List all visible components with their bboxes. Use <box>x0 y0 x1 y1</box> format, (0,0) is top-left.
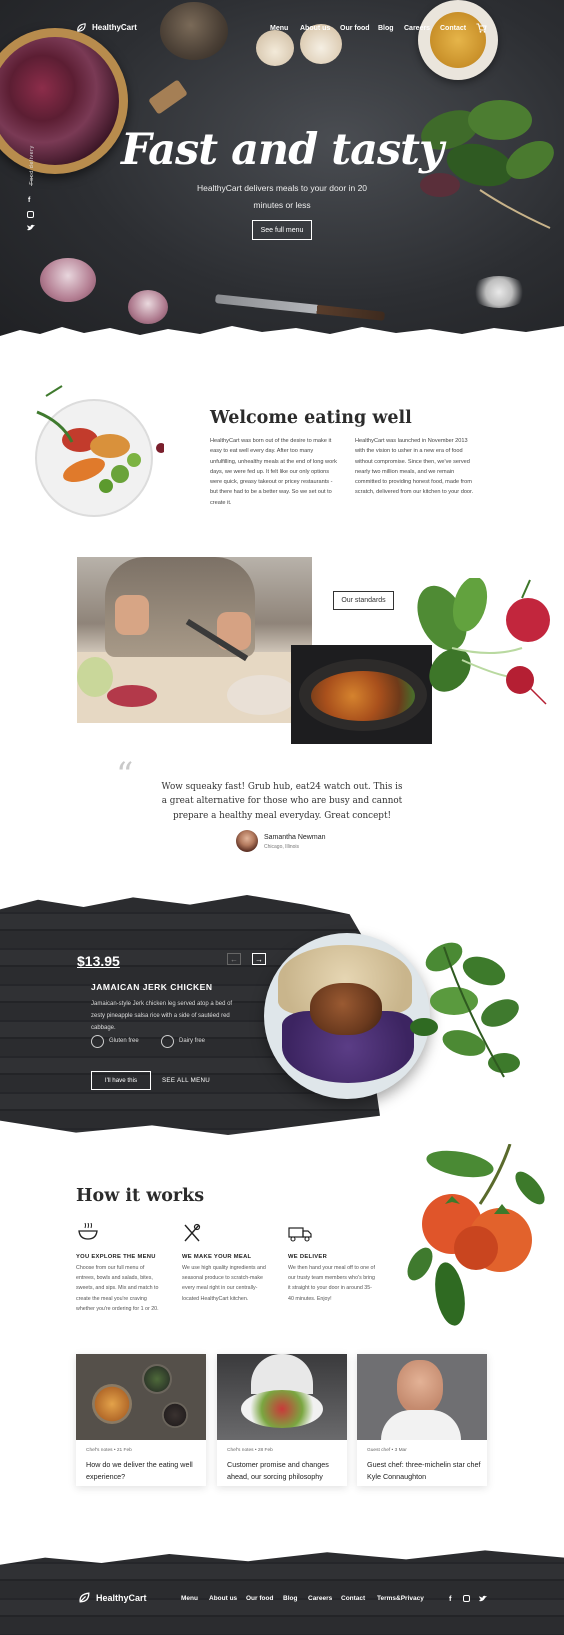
footer-item-about[interactable]: About us <box>209 1595 237 1602</box>
tag-gluten-free: Gluten free <box>109 1038 139 1044</box>
footer-item-contact[interactable]: Contact <box>341 1595 365 1602</box>
nav-item-food[interactable]: Our food <box>340 25 370 32</box>
footer-item-terms[interactable]: Terms&Privacy <box>377 1595 424 1602</box>
step-1-title: YOU EXPLORE THE MENU <box>76 1254 156 1260</box>
blog-card-image <box>217 1354 347 1440</box>
gluten-free-icon <box>91 1035 104 1048</box>
radish-image <box>412 578 558 708</box>
prev-arrow-button[interactable]: ← <box>227 953 241 965</box>
brand-logo[interactable]: HealthyCart <box>76 22 137 33</box>
testimonial-location: Chicago, Illinois <box>264 844 300 850</box>
ill-have-this-button[interactable]: I'll have this <box>91 1071 151 1090</box>
side-divider <box>31 176 32 186</box>
how-it-works-title: How it works <box>76 1186 205 1206</box>
welcome-title: Welcome eating well <box>210 408 412 428</box>
facebook-icon[interactable]: f <box>28 197 30 204</box>
footer-item-careers[interactable]: Careers <box>308 1595 332 1602</box>
nav-item-careers[interactable]: Careers <box>404 25 430 32</box>
brand-name: HealthyCart <box>92 23 137 32</box>
cart-icon[interactable] <box>476 23 487 33</box>
instagram-icon[interactable] <box>463 1595 470 1602</box>
see-full-menu-button[interactable]: See full menu <box>252 220 312 240</box>
torn-edge <box>0 322 564 350</box>
garlic-image <box>40 258 96 302</box>
nav-item-contact[interactable]: Contact <box>440 25 466 32</box>
blog-card-image <box>357 1354 487 1440</box>
step-1-text: Choose from our full menu of entrees, bo… <box>76 1265 159 1312</box>
footer-item-blog[interactable]: Blog <box>283 1595 297 1602</box>
quote-icon: “ <box>116 755 134 795</box>
meal-description: Jamaican-style Jerk chicken leg served a… <box>91 1001 233 1031</box>
salad-plate-image <box>22 382 164 524</box>
testimonial-quote: Wow squeaky fast! Grub hub, eat24 watch … <box>161 782 403 821</box>
utensils-icon <box>182 1223 202 1243</box>
blog-card[interactable]: Chef's notes • 28 Feb Customer promise a… <box>217 1354 347 1486</box>
blog-card-title: Guest chef: three-michelin star chef Kyl… <box>367 1460 481 1481</box>
tomato-branch-image <box>390 1144 560 1336</box>
next-arrow-button[interactable]: → <box>252 953 266 965</box>
footer: HealthyCart Menu About us Our food Blog … <box>0 1545 564 1635</box>
testimonial-name: Samantha Newman <box>264 834 326 841</box>
blog-card-date: 3 Mar <box>394 1448 407 1453</box>
footer-item-menu[interactable]: Menu <box>181 1595 198 1602</box>
leaf-logo-icon <box>77 23 86 32</box>
knife-image <box>214 294 386 321</box>
step-3-title: WE DELIVER <box>288 1254 328 1260</box>
garlic-image <box>128 290 168 324</box>
tag-dairy-free: Dairy free <box>179 1038 206 1044</box>
step-3-text: We then hand your meal off to one of our… <box>288 1265 375 1302</box>
nav-item-about[interactable]: About us <box>300 25 330 32</box>
instagram-icon[interactable] <box>27 211 34 218</box>
hero-title: Fast and tasty <box>120 125 444 175</box>
cutting-board-photo <box>77 557 312 723</box>
nav-item-blog[interactable]: Blog <box>378 25 394 32</box>
our-standards-button[interactable]: Our standards <box>333 591 394 610</box>
blog-card-title: Customer promise and changes ahead, our … <box>227 1460 329 1481</box>
meal-price: $13.95 <box>77 953 120 969</box>
blog-card-category: Guest chef <box>367 1448 391 1453</box>
twitter-icon[interactable] <box>479 1595 487 1602</box>
welcome-col-1: HealthyCart was born out of the desire t… <box>210 438 337 506</box>
nav-item-menu[interactable]: Menu <box>270 25 288 32</box>
footer-brand-name: HealthyCart <box>96 1592 147 1603</box>
hero-subtitle: HealthyCart delivers meals to your door … <box>196 183 368 210</box>
basil-image <box>404 927 534 1087</box>
skillet-photo <box>291 645 432 744</box>
leaf-logo-icon <box>79 1592 90 1603</box>
cork-image <box>148 79 188 115</box>
blog-card-image <box>76 1354 206 1440</box>
salt-image <box>470 276 528 308</box>
footer-item-food[interactable]: Our food <box>246 1595 273 1602</box>
truck-icon <box>288 1226 312 1242</box>
eggshell-image <box>256 30 294 66</box>
step-2-text: We use high quality ingredients and seas… <box>182 1265 266 1302</box>
footer-logo[interactable]: HealthyCart <box>78 1591 147 1604</box>
bowl-icon <box>78 1223 98 1241</box>
blog-card-date: 21 Feb <box>116 1448 132 1453</box>
footer-wood <box>0 1550 564 1635</box>
twitter-icon[interactable] <box>27 224 35 231</box>
blog-card-category: Chef's notes <box>86 1448 113 1453</box>
meal-name: JAMAICAN JERK CHICKEN <box>91 982 213 992</box>
blog-card-category: Chef's notes <box>227 1448 254 1453</box>
welcome-col-2: HealthyCart was launched in November 201… <box>355 438 474 496</box>
teapot-image <box>160 2 228 60</box>
blog-card-title: How do we deliver the eating well experi… <box>86 1460 193 1481</box>
see-all-menu-link[interactable]: SEE ALL MENU <box>162 1077 210 1084</box>
facebook-icon[interactable]: f <box>449 1594 452 1603</box>
oil-bowl-image <box>418 0 498 80</box>
blog-card[interactable]: Chef's notes • 21 Feb How do we deliver … <box>76 1354 206 1486</box>
dairy-free-icon <box>161 1035 174 1048</box>
blog-card-date: 28 Feb <box>257 1448 273 1453</box>
step-2-title: WE MAKE YOUR MEAL <box>182 1254 252 1260</box>
blog-card[interactable]: Guest chef • 3 Mar Guest chef: three-mic… <box>357 1354 487 1486</box>
hero-section: HealthyCart Menu About us Our food Blog … <box>0 0 564 350</box>
featured-meal-section: $13.95 ← → JAMAICAN JERK CHICKEN Jamaica… <box>0 895 564 1135</box>
avatar <box>236 830 258 852</box>
